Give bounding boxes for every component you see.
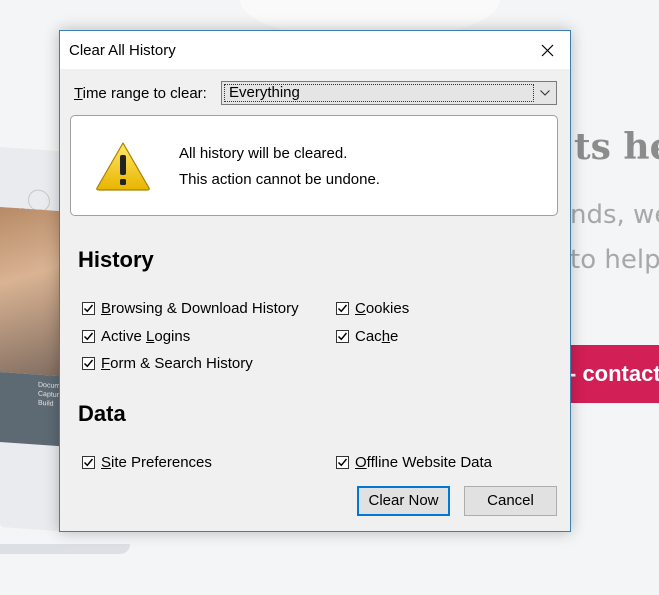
label-text: e bbox=[390, 328, 399, 345]
label-text: ime range to clear: bbox=[82, 85, 207, 102]
accesskey-letter: T bbox=[74, 85, 83, 102]
clear-history-dialog: Clear All History Time range to clear: E… bbox=[59, 30, 571, 532]
label-text: ogins bbox=[154, 328, 191, 345]
time-range-label: Time range to clear: bbox=[74, 85, 207, 102]
checkbox-label: Site Preferences bbox=[101, 454, 212, 471]
chevron-down-icon bbox=[534, 82, 556, 104]
background-text-line: nds, we bbox=[570, 200, 659, 230]
warning-text-line2: This action cannot be undone. bbox=[179, 171, 380, 188]
checkbox-label: Active Logins bbox=[101, 328, 190, 345]
label-text: orm & Search History bbox=[110, 355, 253, 372]
label-text: ookies bbox=[365, 300, 410, 317]
close-button[interactable] bbox=[524, 31, 570, 69]
background-text-line: to help bbox=[570, 245, 659, 275]
checkbox-label: Cache bbox=[355, 328, 398, 345]
accesskey-letter: C bbox=[355, 300, 366, 317]
checkmark-icon bbox=[83, 304, 94, 313]
checkbox-label: Offline Website Data bbox=[355, 454, 492, 471]
checkbox-offline-website-data[interactable]: Offline Website Data bbox=[336, 454, 492, 471]
checkbox[interactable] bbox=[336, 302, 349, 315]
checkmark-icon bbox=[337, 304, 348, 313]
checkbox-label: Cookies bbox=[355, 300, 409, 317]
warning-icon bbox=[96, 142, 150, 191]
accesskey-letter: B bbox=[101, 300, 112, 317]
checkbox-cache[interactable]: Cache bbox=[336, 328, 398, 345]
time-range-select[interactable]: Everything bbox=[221, 81, 557, 105]
checkmark-icon bbox=[83, 359, 94, 368]
checkbox-site-preferences[interactable]: Site Preferences bbox=[82, 454, 212, 471]
checkbox[interactable] bbox=[82, 330, 95, 343]
checkbox-label: Form & Search History bbox=[101, 355, 253, 372]
checkbox[interactable] bbox=[82, 302, 95, 315]
label-text: ite Preferences bbox=[111, 454, 212, 471]
checkbox-cookies[interactable]: Cookies bbox=[336, 300, 409, 317]
checkbox[interactable] bbox=[336, 456, 349, 469]
background-heading: ts he: bbox=[574, 126, 659, 168]
dialog-titlebar[interactable]: Clear All History bbox=[60, 31, 570, 69]
clear-now-button[interactable]: Clear Now bbox=[357, 486, 450, 516]
accesskey-letter: h bbox=[381, 328, 391, 345]
contact-button[interactable]: - contact bbox=[565, 345, 659, 403]
checkbox-browsing-download-history[interactable]: Browsing & Download History bbox=[82, 300, 299, 317]
history-section-title: History bbox=[78, 247, 154, 272]
checkbox[interactable] bbox=[82, 456, 95, 469]
warning-box: All history will be cleared. This action… bbox=[70, 115, 558, 216]
checkbox[interactable] bbox=[82, 357, 95, 370]
dialog-title: Clear All History bbox=[69, 42, 176, 59]
warning-text-line1: All history will be cleared. bbox=[179, 145, 348, 162]
checkbox-active-logins[interactable]: Active Logins bbox=[82, 328, 190, 345]
checkbox-form-search-history[interactable]: Form & Search History bbox=[82, 355, 253, 372]
checkmark-icon bbox=[337, 332, 348, 341]
close-icon bbox=[541, 44, 553, 56]
label-text: ffline Website Data bbox=[366, 454, 493, 471]
accesskey-letter: O bbox=[355, 454, 367, 471]
label-text: Cac bbox=[355, 328, 382, 345]
label-text: rowsing & Download History bbox=[111, 300, 299, 317]
label-text: Active bbox=[101, 328, 147, 345]
checkmark-icon bbox=[337, 458, 348, 467]
data-section-title: Data bbox=[78, 401, 126, 426]
checkmark-icon bbox=[83, 458, 94, 467]
cancel-button[interactable]: Cancel bbox=[464, 486, 557, 516]
monitor-stand bbox=[0, 544, 130, 554]
checkbox-label: Browsing & Download History bbox=[101, 300, 299, 317]
time-range-value: Everything bbox=[224, 84, 534, 102]
checkbox[interactable] bbox=[336, 330, 349, 343]
accesskey-letter: S bbox=[101, 454, 112, 471]
accesskey-letter: F bbox=[101, 355, 111, 372]
checkmark-icon bbox=[83, 332, 94, 341]
